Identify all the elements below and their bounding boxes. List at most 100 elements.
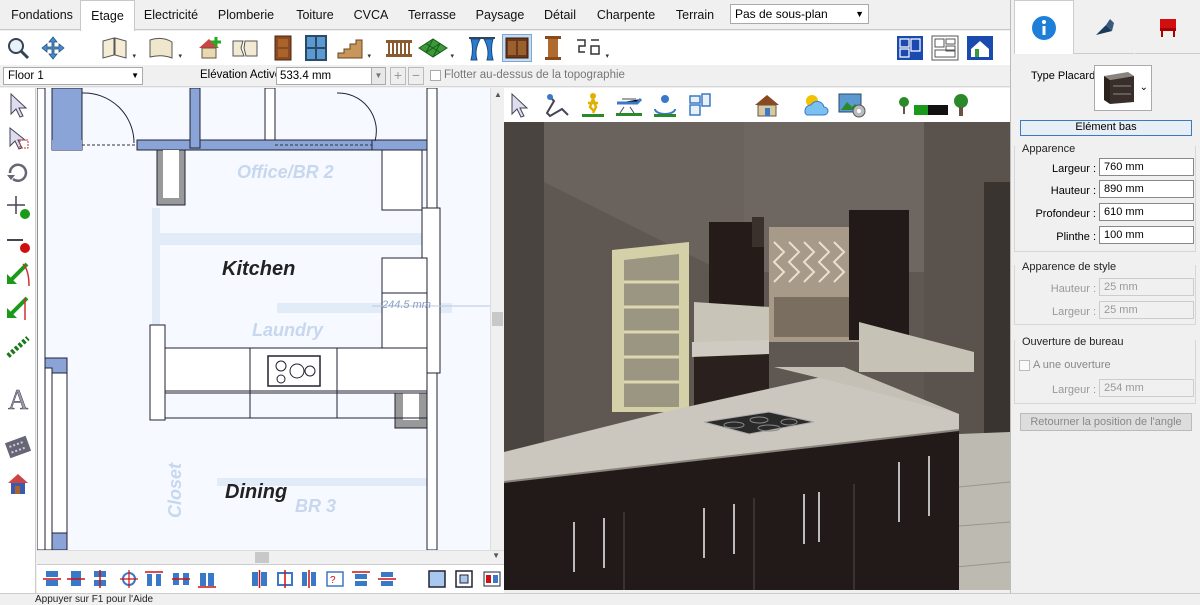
tab-terrain[interactable]: Terrain <box>668 0 722 30</box>
elevation-view-icon[interactable] <box>965 34 995 62</box>
railing-icon[interactable] <box>384 34 414 62</box>
plan-vertical-scrollbar[interactable]: ▲ <box>490 88 504 550</box>
opening-checkbox[interactable] <box>1019 360 1030 371</box>
rotate-icon[interactable] <box>3 158 33 188</box>
width-input[interactable]: 760 mm <box>1099 158 1194 176</box>
text-icon[interactable]: A <box>3 384 33 414</box>
room-label-office: Office/BR 2 <box>237 162 334 182</box>
frame-icon[interactable] <box>427 569 447 589</box>
pan-icon[interactable] <box>38 34 68 62</box>
tab-charpente[interactable]: Charpente <box>592 0 660 30</box>
house-view-icon[interactable] <box>752 91 782 119</box>
style-height-input[interactable]: 25 mm <box>1099 278 1194 296</box>
terrain-grid-icon[interactable]: ▾ <box>418 34 454 62</box>
align-right-icon[interactable] <box>299 569 319 589</box>
floor-select[interactable]: Floor 1 ▼ <box>3 67 143 85</box>
depth-input[interactable]: 610 mm <box>1099 203 1194 221</box>
select-group-icon[interactable] <box>3 124 33 154</box>
orbit-icon[interactable] <box>652 91 678 119</box>
stairs-icon[interactable]: ▾ <box>335 34 371 62</box>
align-top-icon[interactable] <box>42 569 62 589</box>
add-point-icon[interactable] <box>3 192 33 222</box>
window-icon[interactable] <box>301 34 331 62</box>
align-left-icon[interactable] <box>250 569 270 589</box>
cabinet-icon[interactable] <box>502 34 532 62</box>
tab-toiture[interactable]: Toiture <box>289 0 341 30</box>
tab-fondations[interactable]: Fondations <box>2 0 82 30</box>
eyedropper-icon[interactable] <box>544 91 570 119</box>
tab-detail[interactable]: Détail <box>536 0 584 30</box>
cabinet-type-select[interactable]: ⌄ <box>1094 65 1152 111</box>
center-cross-icon[interactable] <box>119 569 139 589</box>
aerial-icon[interactable] <box>614 91 644 119</box>
options-bar: Floor 1 ▼ Elévation Active: 533.4 mm ▼ + … <box>0 65 1010 87</box>
torn-paper-icon[interactable] <box>230 34 260 62</box>
curtain-icon[interactable] <box>467 34 497 62</box>
chevron-down-icon: ▼ <box>855 9 864 19</box>
tab-objects[interactable] <box>1135 0 1200 54</box>
floor-plan-view-icon[interactable] <box>895 34 925 62</box>
align-center-icon[interactable] <box>275 569 295 589</box>
walk-icon[interactable] <box>580 91 606 119</box>
space-icon[interactable] <box>197 569 217 589</box>
film-icon[interactable] <box>3 432 33 462</box>
elevation-plus-button[interactable]: + <box>390 67 406 85</box>
zoom-icon[interactable] <box>3 34 33 62</box>
image-settings-icon[interactable] <box>837 91 867 119</box>
tree-slider-icon[interactable] <box>896 93 976 119</box>
height-input[interactable]: 890 mm <box>1099 180 1194 198</box>
house-add-icon[interactable] <box>195 34 225 62</box>
equal-space-icon[interactable]: ? <box>325 569 345 589</box>
chain-icon[interactable] <box>3 332 33 362</box>
tab-cvca[interactable]: CVCA <box>348 0 394 30</box>
element-bas-button[interactable]: Elément bas <box>1020 120 1192 136</box>
tab-info[interactable] <box>1014 0 1074 54</box>
split-icon[interactable] <box>482 569 502 589</box>
door-icon[interactable] <box>268 34 298 62</box>
distribute-icon[interactable] <box>144 569 164 589</box>
float-checkbox[interactable] <box>430 70 441 81</box>
group-title-ouverture: Ouverture de bureau <box>1020 336 1126 348</box>
layout-view-icon[interactable] <box>930 34 960 62</box>
tab-terrasse[interactable]: Terrasse <box>400 0 464 30</box>
floor-plan-view[interactable]: Office/BR 2 Laundry BR 3 Closet Kitchen … <box>37 88 490 550</box>
open-book-icon[interactable]: ▾ <box>100 34 136 62</box>
line-red-dot-icon[interactable] <box>3 226 33 256</box>
opening-width-input[interactable]: 254 mm <box>1099 379 1194 397</box>
top-edge-icon[interactable] <box>351 569 371 589</box>
house-small-icon[interactable] <box>3 468 33 498</box>
page-curl-icon[interactable]: ▾ <box>146 34 182 62</box>
select-arrow-icon[interactable] <box>3 90 33 120</box>
plan-select[interactable]: Pas de sous-plan ▼ <box>730 4 869 24</box>
toe-kick-input[interactable]: 100 mm <box>1099 226 1194 244</box>
tab-electricite[interactable]: Electricité <box>137 0 205 30</box>
3d-camera-view[interactable] <box>504 122 1010 590</box>
pattern-icon[interactable]: ▾ <box>573 34 609 62</box>
tab-materials[interactable] <box>1074 0 1134 54</box>
column-icon[interactable] <box>538 34 568 62</box>
tab-etage[interactable]: Etage <box>80 0 135 31</box>
sun-cloud-icon[interactable] <box>799 91 829 119</box>
style-width-input[interactable]: 25 mm <box>1099 301 1194 319</box>
elevation-dropdown[interactable]: ▼ <box>371 67 386 85</box>
plan-outline-icon[interactable] <box>687 91 713 119</box>
scroll-thumb[interactable] <box>255 552 269 563</box>
align-line-icon[interactable] <box>171 569 191 589</box>
arrow-diagonal-2-icon[interactable] <box>3 294 33 324</box>
tab-paysage[interactable]: Paysage <box>470 0 530 30</box>
align-middle-icon[interactable] <box>66 569 86 589</box>
camera-arrow-icon[interactable] <box>509 91 535 119</box>
arrow-diagonal-icon[interactable] <box>3 260 33 290</box>
align-bottom-icon[interactable] <box>90 569 110 589</box>
elevation-minus-button[interactable]: − <box>408 67 424 85</box>
scroll-thumb[interactable] <box>492 312 503 326</box>
nested-frame-icon[interactable] <box>454 569 474 589</box>
scroll-up-icon[interactable]: ▲ <box>494 90 502 99</box>
tab-plomberie[interactable]: Plomberie <box>212 0 280 30</box>
middle-edge-icon[interactable] <box>377 569 397 589</box>
plan-horizontal-scrollbar[interactable]: ▼ <box>37 550 504 564</box>
scroll-down-icon[interactable]: ▼ <box>492 551 500 560</box>
elevation-input[interactable]: 533.4 mm <box>276 67 372 85</box>
left-toolbar: A <box>0 88 36 593</box>
return-corner-button[interactable]: Retourner la position de l'angle <box>1020 413 1192 431</box>
